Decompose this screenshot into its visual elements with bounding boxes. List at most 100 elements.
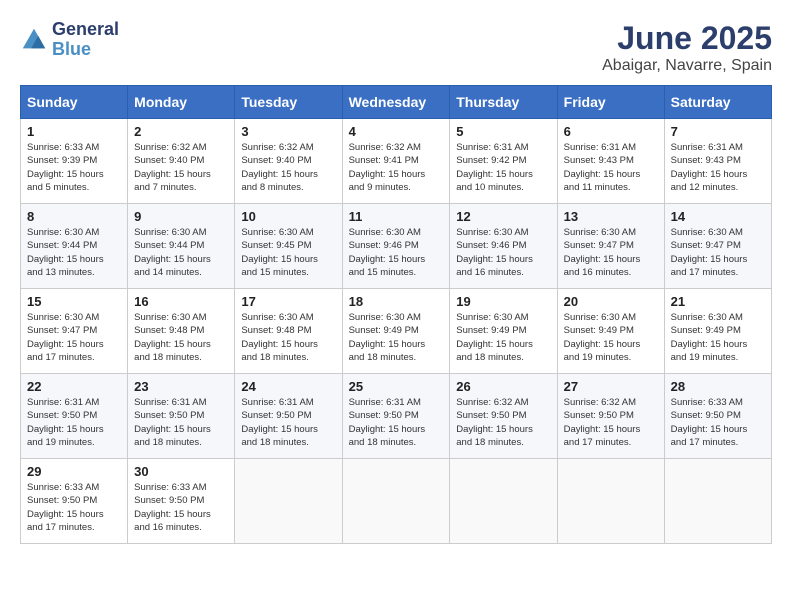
calendar-day-cell: 24 Sunrise: 6:31 AM Sunset: 9:50 PM Dayl… [235, 374, 342, 459]
day-number: 15 [27, 294, 121, 309]
calendar-subtitle: Abaigar, Navarre, Spain [602, 57, 772, 75]
calendar-title: June 2025 [602, 20, 772, 57]
day-info: Sunrise: 6:31 AM Sunset: 9:50 PM Dayligh… [241, 396, 335, 449]
day-number: 12 [456, 209, 550, 224]
calendar-day-cell: 1 Sunrise: 6:33 AM Sunset: 9:39 PM Dayli… [21, 119, 128, 204]
day-number: 6 [564, 124, 658, 139]
day-number: 28 [671, 379, 765, 394]
calendar-header-friday: Friday [557, 86, 664, 119]
calendar-day-cell [664, 459, 771, 544]
calendar-day-cell: 3 Sunrise: 6:32 AM Sunset: 9:40 PM Dayli… [235, 119, 342, 204]
day-number: 3 [241, 124, 335, 139]
day-number: 2 [134, 124, 228, 139]
day-number: 18 [349, 294, 444, 309]
day-info: Sunrise: 6:30 AM Sunset: 9:47 PM Dayligh… [671, 226, 765, 279]
day-number: 11 [349, 209, 444, 224]
calendar-day-cell [450, 459, 557, 544]
calendar-day-cell: 25 Sunrise: 6:31 AM Sunset: 9:50 PM Dayl… [342, 374, 450, 459]
day-info: Sunrise: 6:30 AM Sunset: 9:45 PM Dayligh… [241, 226, 335, 279]
day-number: 19 [456, 294, 550, 309]
day-info: Sunrise: 6:31 AM Sunset: 9:50 PM Dayligh… [349, 396, 444, 449]
calendar-day-cell: 11 Sunrise: 6:30 AM Sunset: 9:46 PM Dayl… [342, 204, 450, 289]
calendar-week-row: 22 Sunrise: 6:31 AM Sunset: 9:50 PM Dayl… [21, 374, 772, 459]
calendar-header-tuesday: Tuesday [235, 86, 342, 119]
calendar-day-cell: 18 Sunrise: 6:30 AM Sunset: 9:49 PM Dayl… [342, 289, 450, 374]
logo-general-text: General [52, 19, 119, 39]
calendar-day-cell: 21 Sunrise: 6:30 AM Sunset: 9:49 PM Dayl… [664, 289, 771, 374]
calendar-day-cell: 30 Sunrise: 6:33 AM Sunset: 9:50 PM Dayl… [128, 459, 235, 544]
day-number: 24 [241, 379, 335, 394]
day-info: Sunrise: 6:30 AM Sunset: 9:46 PM Dayligh… [349, 226, 444, 279]
calendar-day-cell: 12 Sunrise: 6:30 AM Sunset: 9:46 PM Dayl… [450, 204, 557, 289]
day-number: 10 [241, 209, 335, 224]
calendar-day-cell: 2 Sunrise: 6:32 AM Sunset: 9:40 PM Dayli… [128, 119, 235, 204]
calendar-week-row: 8 Sunrise: 6:30 AM Sunset: 9:44 PM Dayli… [21, 204, 772, 289]
day-info: Sunrise: 6:33 AM Sunset: 9:50 PM Dayligh… [27, 481, 121, 534]
day-info: Sunrise: 6:30 AM Sunset: 9:47 PM Dayligh… [27, 311, 121, 364]
day-number: 9 [134, 209, 228, 224]
day-number: 29 [27, 464, 121, 479]
calendar-day-cell: 14 Sunrise: 6:30 AM Sunset: 9:47 PM Dayl… [664, 204, 771, 289]
day-info: Sunrise: 6:33 AM Sunset: 9:39 PM Dayligh… [27, 141, 121, 194]
calendar-day-cell: 27 Sunrise: 6:32 AM Sunset: 9:50 PM Dayl… [557, 374, 664, 459]
day-info: Sunrise: 6:30 AM Sunset: 9:44 PM Dayligh… [134, 226, 228, 279]
calendar-day-cell: 17 Sunrise: 6:30 AM Sunset: 9:48 PM Dayl… [235, 289, 342, 374]
day-info: Sunrise: 6:30 AM Sunset: 9:49 PM Dayligh… [456, 311, 550, 364]
day-number: 27 [564, 379, 658, 394]
day-number: 21 [671, 294, 765, 309]
day-info: Sunrise: 6:30 AM Sunset: 9:48 PM Dayligh… [241, 311, 335, 364]
day-info: Sunrise: 6:30 AM Sunset: 9:49 PM Dayligh… [564, 311, 658, 364]
calendar-day-cell: 7 Sunrise: 6:31 AM Sunset: 9:43 PM Dayli… [664, 119, 771, 204]
day-info: Sunrise: 6:30 AM Sunset: 9:46 PM Dayligh… [456, 226, 550, 279]
calendar-day-cell [557, 459, 664, 544]
day-number: 17 [241, 294, 335, 309]
day-number: 14 [671, 209, 765, 224]
calendar-header-wednesday: Wednesday [342, 86, 450, 119]
day-info: Sunrise: 6:31 AM Sunset: 9:43 PM Dayligh… [564, 141, 658, 194]
calendar-header-monday: Monday [128, 86, 235, 119]
day-number: 23 [134, 379, 228, 394]
calendar-day-cell: 9 Sunrise: 6:30 AM Sunset: 9:44 PM Dayli… [128, 204, 235, 289]
calendar-day-cell: 6 Sunrise: 6:31 AM Sunset: 9:43 PM Dayli… [557, 119, 664, 204]
calendar-day-cell: 26 Sunrise: 6:32 AM Sunset: 9:50 PM Dayl… [450, 374, 557, 459]
day-info: Sunrise: 6:30 AM Sunset: 9:49 PM Dayligh… [671, 311, 765, 364]
day-info: Sunrise: 6:31 AM Sunset: 9:50 PM Dayligh… [27, 396, 121, 449]
page-header: General Blue June 2025 Abaigar, Navarre,… [20, 20, 772, 75]
calendar-header-row: SundayMondayTuesdayWednesdayThursdayFrid… [21, 86, 772, 119]
calendar-header-sunday: Sunday [21, 86, 128, 119]
day-info: Sunrise: 6:33 AM Sunset: 9:50 PM Dayligh… [671, 396, 765, 449]
day-info: Sunrise: 6:32 AM Sunset: 9:41 PM Dayligh… [349, 141, 444, 194]
calendar-day-cell [342, 459, 450, 544]
calendar-week-row: 29 Sunrise: 6:33 AM Sunset: 9:50 PM Dayl… [21, 459, 772, 544]
logo-blue-text: Blue [52, 39, 91, 59]
day-number: 8 [27, 209, 121, 224]
day-number: 7 [671, 124, 765, 139]
calendar-day-cell: 28 Sunrise: 6:33 AM Sunset: 9:50 PM Dayl… [664, 374, 771, 459]
day-info: Sunrise: 6:31 AM Sunset: 9:42 PM Dayligh… [456, 141, 550, 194]
calendar-header-saturday: Saturday [664, 86, 771, 119]
day-number: 22 [27, 379, 121, 394]
day-number: 26 [456, 379, 550, 394]
calendar-day-cell: 20 Sunrise: 6:30 AM Sunset: 9:49 PM Dayl… [557, 289, 664, 374]
calendar-day-cell: 16 Sunrise: 6:30 AM Sunset: 9:48 PM Dayl… [128, 289, 235, 374]
calendar-day-cell: 19 Sunrise: 6:30 AM Sunset: 9:49 PM Dayl… [450, 289, 557, 374]
day-info: Sunrise: 6:31 AM Sunset: 9:43 PM Dayligh… [671, 141, 765, 194]
day-info: Sunrise: 6:32 AM Sunset: 9:40 PM Dayligh… [134, 141, 228, 194]
calendar-day-cell: 23 Sunrise: 6:31 AM Sunset: 9:50 PM Dayl… [128, 374, 235, 459]
day-info: Sunrise: 6:30 AM Sunset: 9:44 PM Dayligh… [27, 226, 121, 279]
calendar-table: SundayMondayTuesdayWednesdayThursdayFrid… [20, 85, 772, 544]
day-info: Sunrise: 6:32 AM Sunset: 9:40 PM Dayligh… [241, 141, 335, 194]
calendar-header-thursday: Thursday [450, 86, 557, 119]
calendar-week-row: 15 Sunrise: 6:30 AM Sunset: 9:47 PM Dayl… [21, 289, 772, 374]
day-info: Sunrise: 6:31 AM Sunset: 9:50 PM Dayligh… [134, 396, 228, 449]
calendar-day-cell: 29 Sunrise: 6:33 AM Sunset: 9:50 PM Dayl… [21, 459, 128, 544]
day-number: 16 [134, 294, 228, 309]
day-info: Sunrise: 6:30 AM Sunset: 9:47 PM Dayligh… [564, 226, 658, 279]
calendar-day-cell: 4 Sunrise: 6:32 AM Sunset: 9:41 PM Dayli… [342, 119, 450, 204]
calendar-day-cell: 13 Sunrise: 6:30 AM Sunset: 9:47 PM Dayl… [557, 204, 664, 289]
day-number: 4 [349, 124, 444, 139]
day-info: Sunrise: 6:33 AM Sunset: 9:50 PM Dayligh… [134, 481, 228, 534]
calendar-day-cell: 5 Sunrise: 6:31 AM Sunset: 9:42 PM Dayli… [450, 119, 557, 204]
day-number: 5 [456, 124, 550, 139]
day-number: 25 [349, 379, 444, 394]
